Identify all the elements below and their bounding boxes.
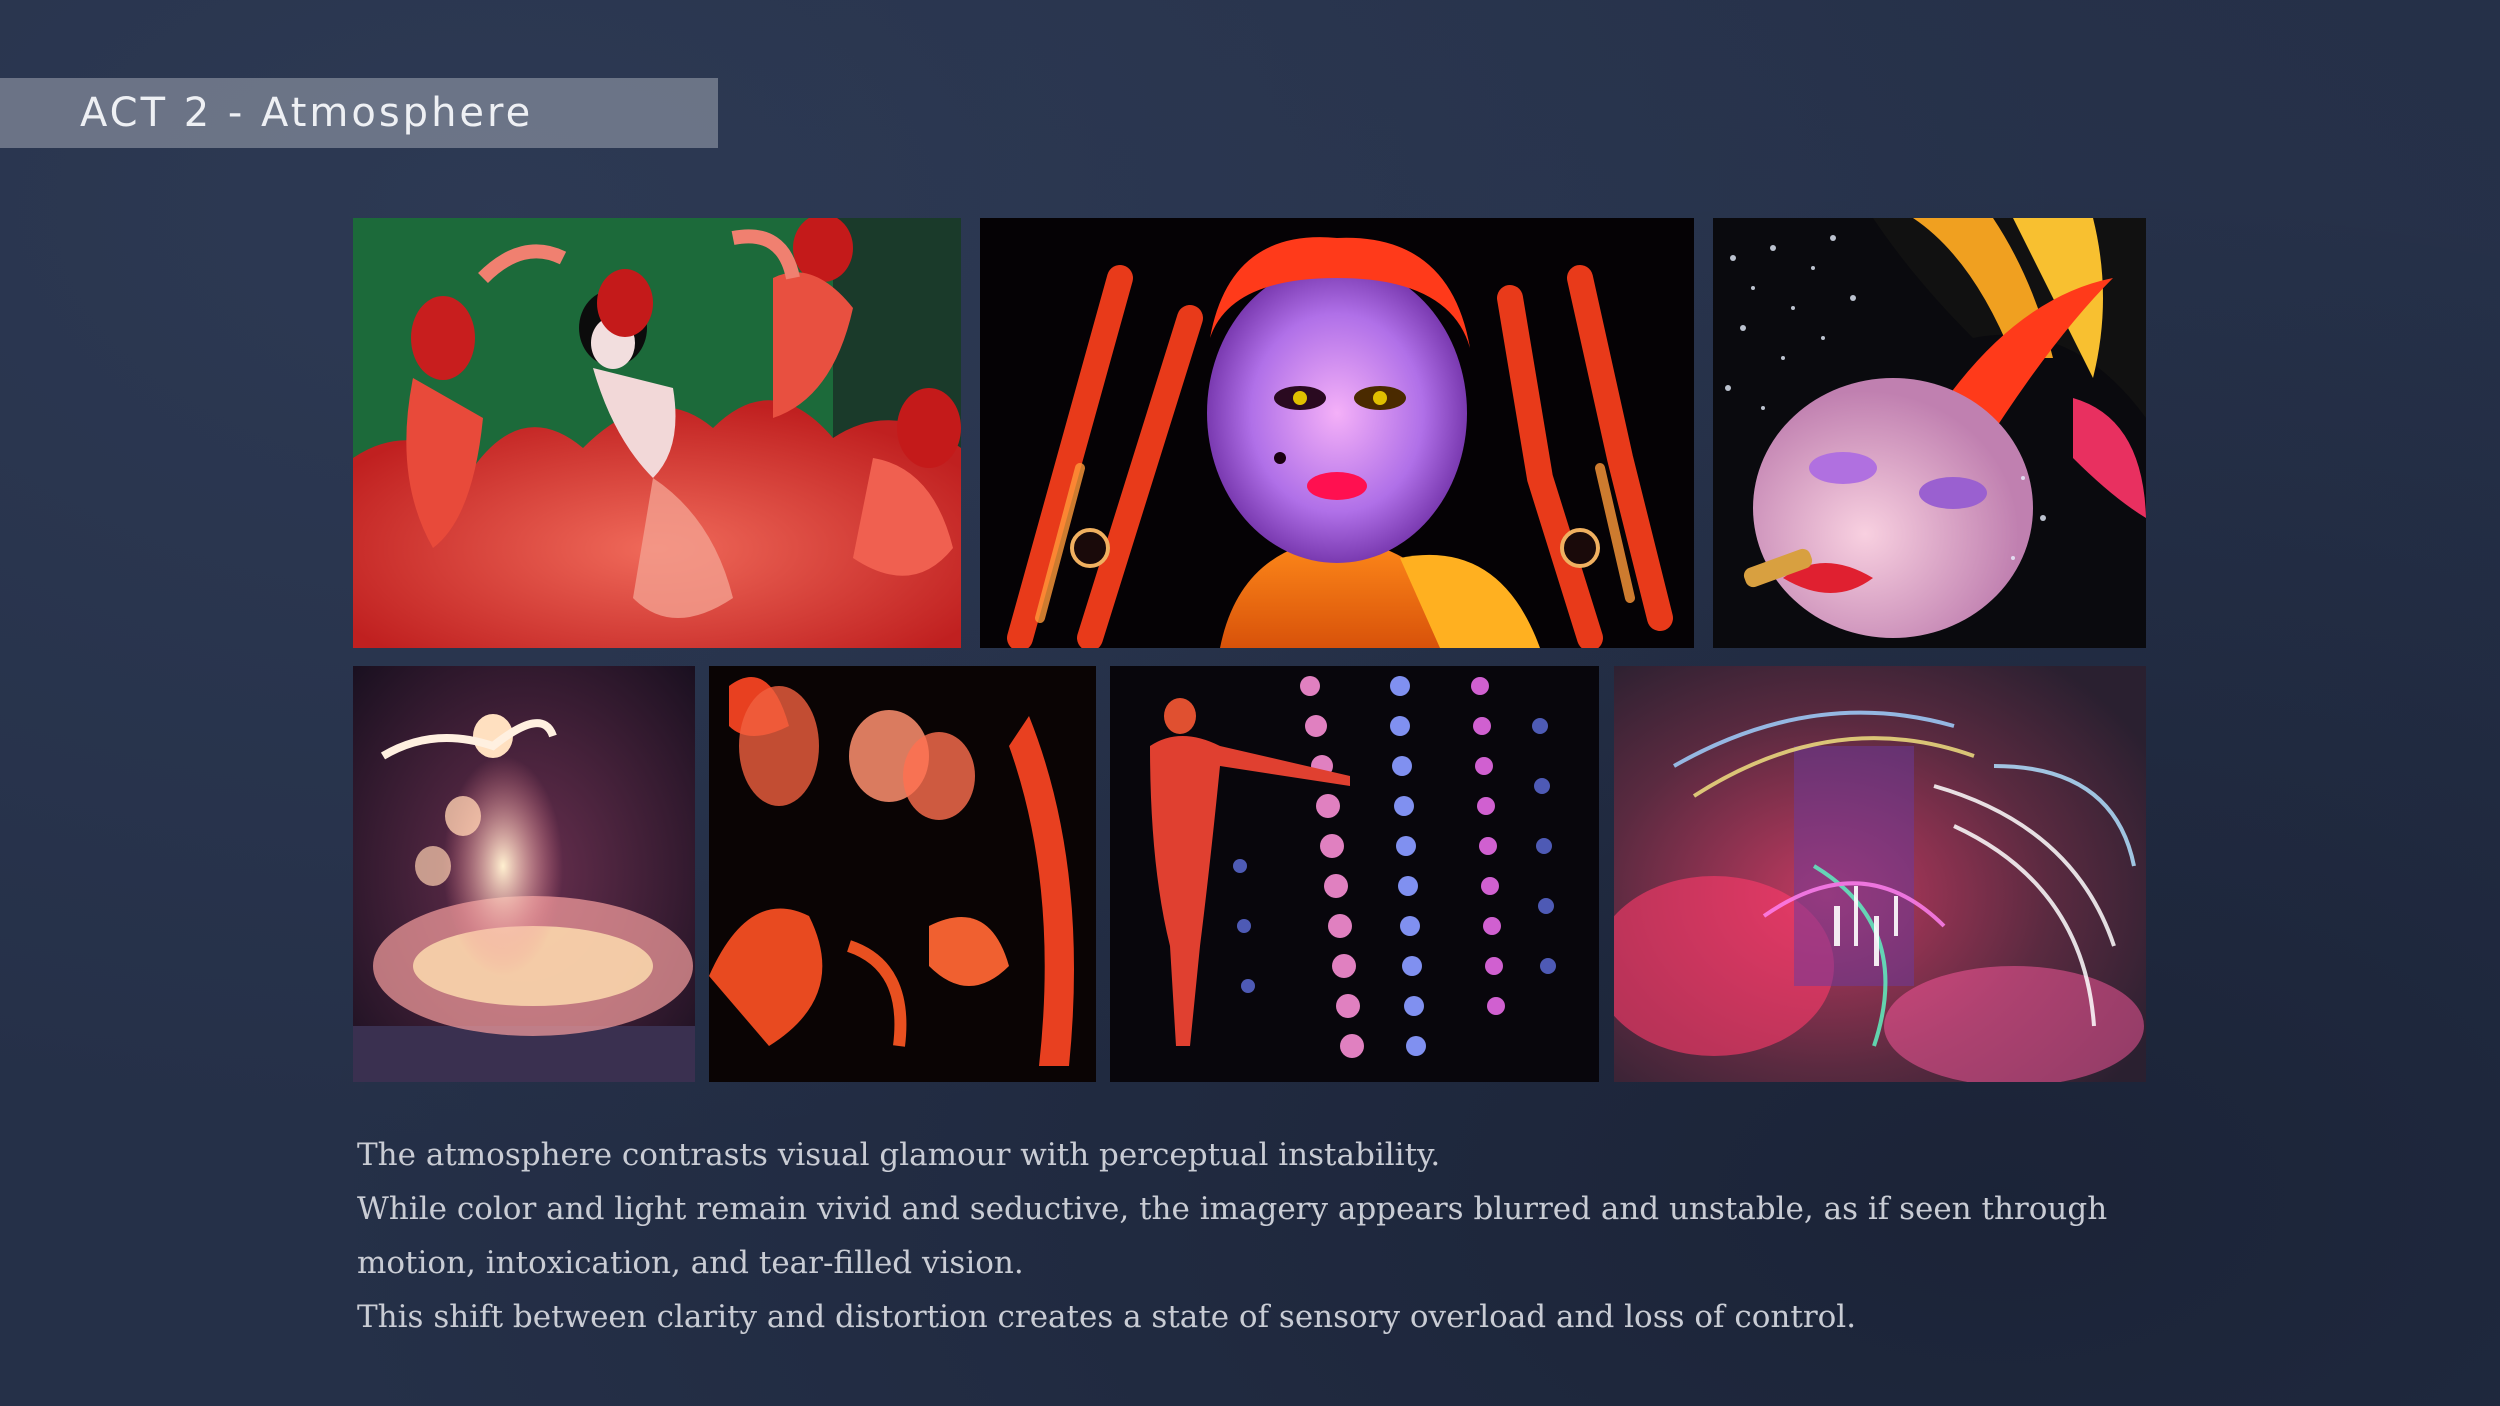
caption-line-4: This shift between clarity and distortio… xyxy=(357,1299,1857,1335)
photo-glowing-face-image xyxy=(980,218,1694,648)
caption-line-2: While color and light remain vivid and s… xyxy=(357,1191,2108,1227)
photo-prismatic-streaks xyxy=(1614,666,2146,1082)
photo-glowing-face xyxy=(980,218,1694,648)
photo-red-masked-dancers xyxy=(353,218,961,648)
photo-feathered-hat-image xyxy=(1713,218,2146,648)
photo-bead-curtains-image xyxy=(1110,666,1599,1082)
photo-motion-blurred-figures xyxy=(709,666,1096,1082)
page-title: ACT 2 - Atmosphere xyxy=(80,90,534,136)
photo-spinning-dancer xyxy=(353,666,695,1082)
photo-feathered-hat xyxy=(1713,218,2146,648)
caption-line-1: The atmosphere contrasts visual glamour … xyxy=(357,1137,1441,1173)
caption-line-3: motion, intoxication, and tear-filled vi… xyxy=(357,1245,1024,1281)
caption-text: The atmosphere contrasts visual glamour … xyxy=(357,1128,2177,1344)
photo-red-masked-dancers-image xyxy=(353,218,961,648)
photo-motion-blurred-figures-image xyxy=(709,666,1096,1082)
photo-prismatic-streaks-image xyxy=(1614,666,2146,1082)
title-bar: ACT 2 - Atmosphere xyxy=(0,78,718,148)
photo-spinning-dancer-image xyxy=(353,666,695,1082)
photo-bead-curtains xyxy=(1110,666,1599,1082)
